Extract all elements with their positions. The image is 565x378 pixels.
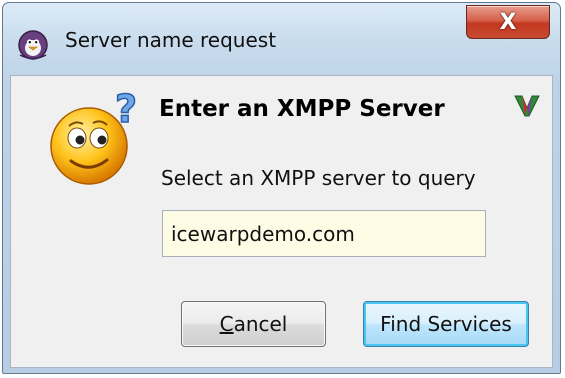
find-services-button[interactable]: Find Services bbox=[363, 301, 529, 347]
confused-smiley-icon: ? bbox=[41, 86, 151, 196]
server-input[interactable] bbox=[162, 210, 486, 257]
cancel-label: ancel bbox=[233, 312, 288, 336]
prompt-label: Select an XMPP server to query bbox=[161, 166, 476, 190]
dialog-window: Server name request X ? Enter an XMPP Se… bbox=[2, 2, 561, 374]
svg-text:?: ? bbox=[115, 87, 137, 131]
close-button[interactable]: X bbox=[466, 5, 550, 39]
cancel-mnemonic: C bbox=[219, 312, 234, 336]
close-icon: X bbox=[499, 9, 517, 35]
dialog-heading: Enter an XMPP Server bbox=[159, 96, 445, 122]
v-logo-icon bbox=[514, 94, 540, 118]
window-title: Server name request bbox=[65, 28, 277, 52]
dialog-body: ? Enter an XMPP Server Select an XMPP se… bbox=[10, 75, 553, 368]
penguin-icon bbox=[17, 29, 49, 61]
find-services-label: Find Services bbox=[380, 312, 512, 336]
cancel-button[interactable]: Cancel bbox=[181, 301, 326, 347]
title-bar[interactable]: Server name request X bbox=[3, 3, 560, 75]
